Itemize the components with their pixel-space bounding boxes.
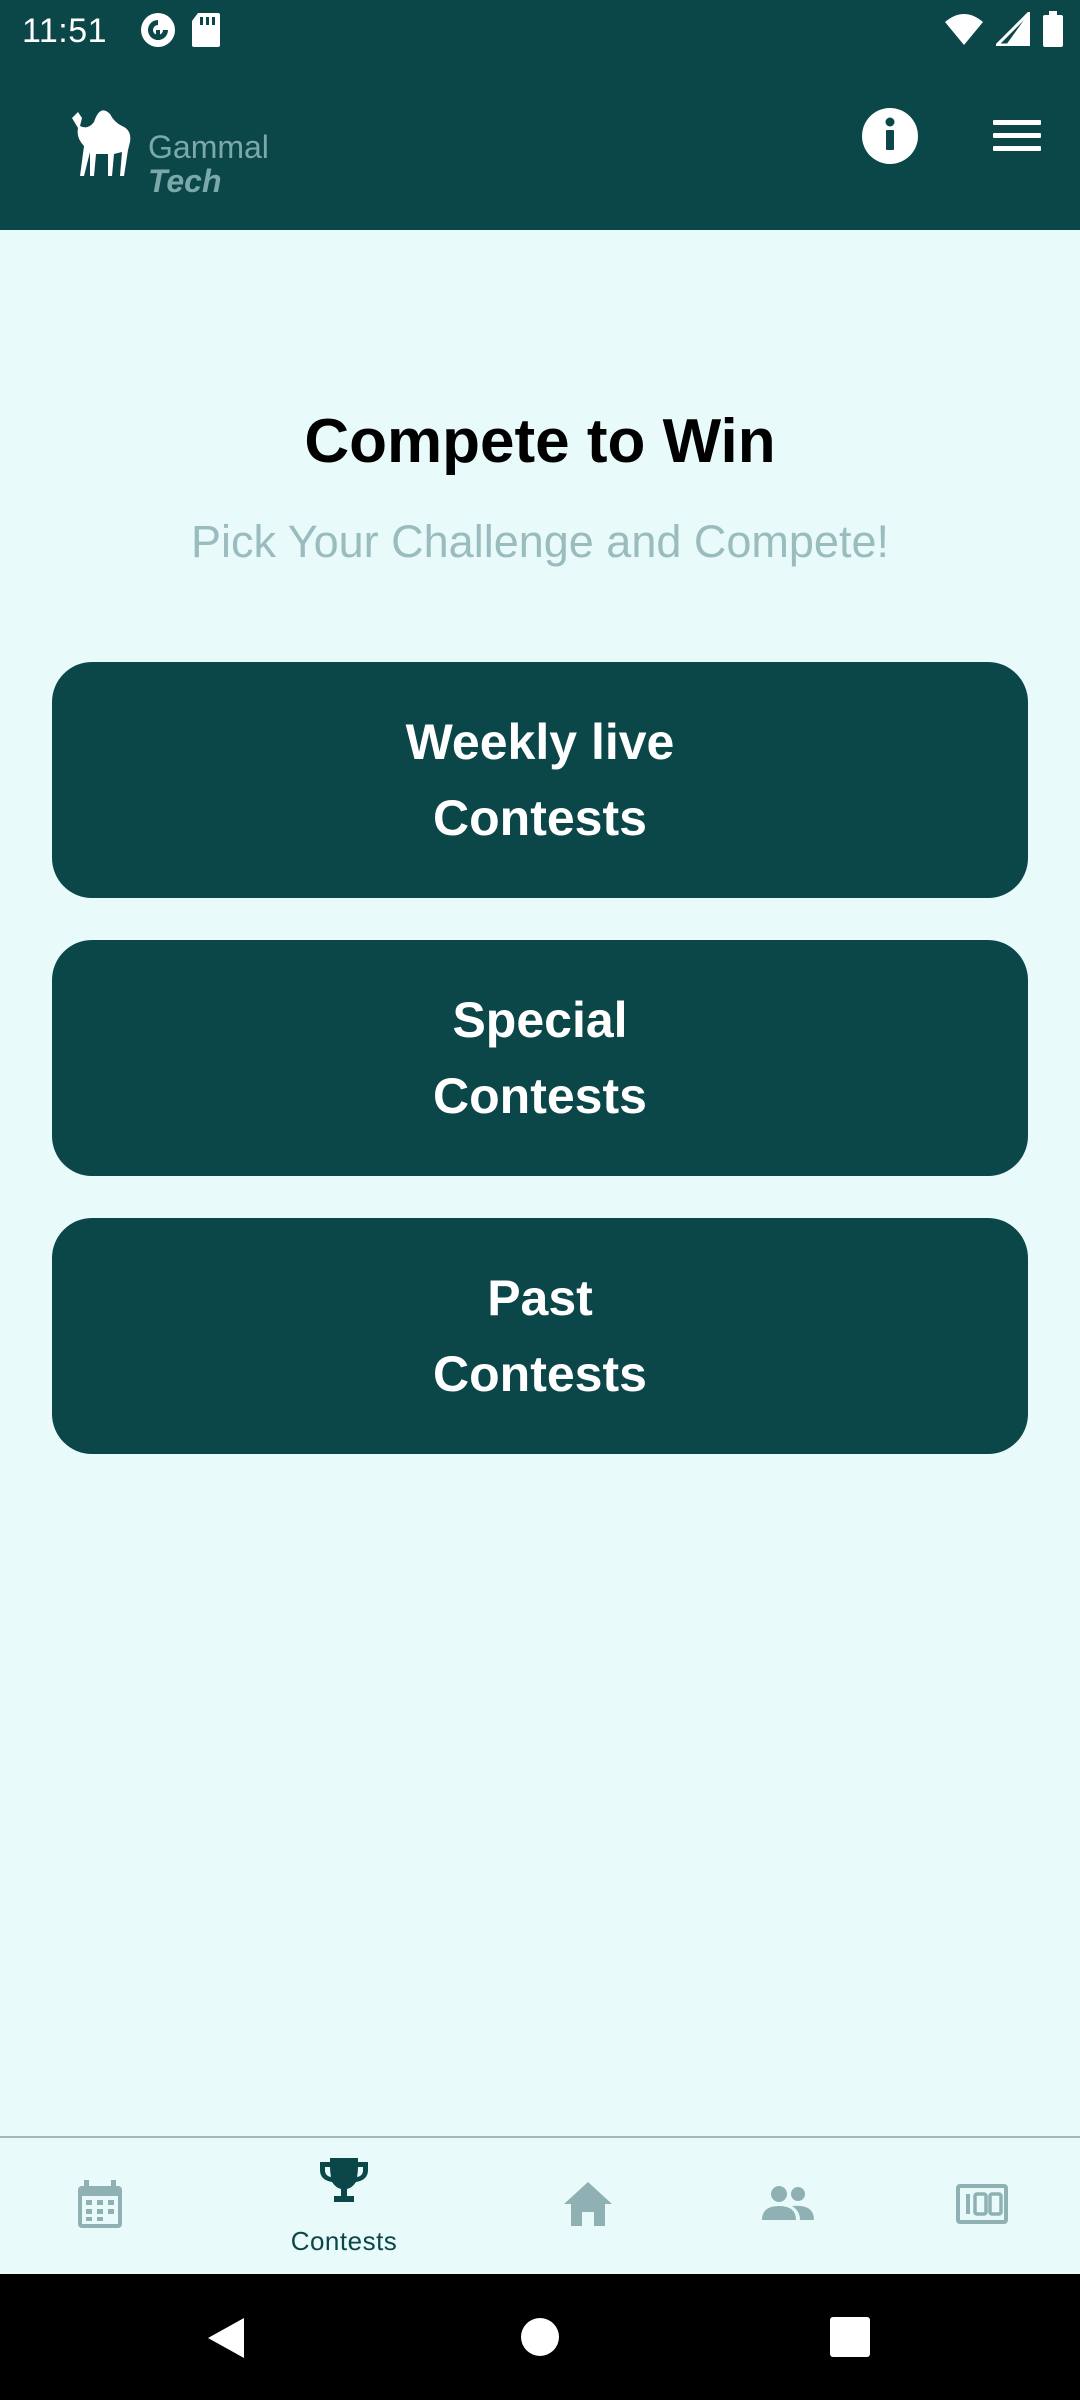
contest-label-line1: Past	[487, 1270, 593, 1326]
system-recents-button[interactable]	[800, 2274, 900, 2400]
trophy-icon	[316, 2152, 372, 2208]
sd-card-icon	[190, 12, 220, 53]
logo-word-tech: Tech	[148, 163, 222, 199]
info-button[interactable]	[862, 108, 918, 164]
logo-word-gammal: Gammal	[148, 129, 269, 165]
wifi-icon	[944, 12, 984, 51]
special-contests-button[interactable]: Special Contests	[52, 940, 1028, 1176]
back-icon	[204, 2316, 248, 2365]
contest-label-line2: Contests	[433, 790, 647, 846]
contest-label-line2: Contests	[433, 1346, 647, 1402]
contest-label-line1: Special	[452, 992, 628, 1048]
system-back-button[interactable]	[176, 2274, 276, 2400]
contest-label-line1: Weekly live	[405, 714, 675, 770]
app-bar: Gammal Tech	[0, 62, 1080, 230]
signal-icon	[993, 8, 1031, 51]
page-title: Compete to Win	[304, 407, 776, 476]
past-contests-button[interactable]: Past Contests	[52, 1218, 1028, 1454]
screen: 11:51 Gammal Tech Compete to Win Pick Yo…	[0, 0, 1080, 2400]
status-right-icons	[944, 8, 1064, 52]
system-home-button[interactable]	[490, 2274, 590, 2400]
system-navigation-bar	[0, 2274, 1080, 2400]
bottom-navigation: Contests	[0, 2136, 1080, 2276]
nav-item-community[interactable]	[686, 2138, 886, 2276]
calendar-icon	[72, 2176, 128, 2232]
hamburger-menu-button[interactable]	[988, 112, 1046, 160]
weekly-live-contests-button[interactable]: Weekly live Contests	[52, 662, 1028, 898]
nav-item-scoreboard[interactable]	[882, 2138, 1080, 2276]
info-icon	[862, 106, 918, 167]
nav-item-contests[interactable]: Contests	[244, 2138, 444, 2276]
contest-label-line2: Contests	[433, 1068, 647, 1124]
status-time: 11:51	[22, 12, 108, 50]
home-circle-icon	[520, 2317, 560, 2362]
nav-item-home[interactable]	[488, 2138, 688, 2276]
scoreboard-icon	[954, 2176, 1010, 2232]
hamburger-menu-icon	[988, 112, 1046, 160]
app-logo: Gammal Tech	[66, 92, 306, 198]
status-bar: 11:51	[0, 0, 1080, 62]
home-icon	[560, 2176, 616, 2232]
nav-item-calendar[interactable]	[0, 2138, 200, 2276]
group-icon	[758, 2176, 814, 2232]
battery-icon	[1042, 10, 1064, 52]
camel-icon	[66, 96, 136, 183]
status-left-icons	[140, 12, 220, 53]
recents-icon	[830, 2317, 870, 2362]
page-subtitle: Pick Your Challenge and Compete!	[191, 516, 889, 567]
pocket-casts-icon	[140, 12, 176, 53]
nav-label-contests: Contests	[290, 2226, 398, 2256]
